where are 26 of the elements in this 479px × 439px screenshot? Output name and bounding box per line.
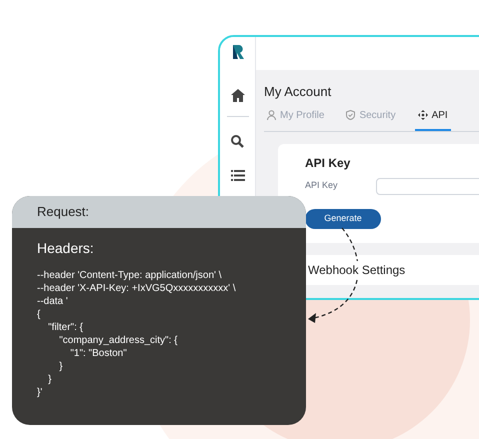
code-line: }' (37, 386, 42, 399)
code-line: { (37, 308, 40, 321)
code-line: --header 'Content-Type: application/json' \ (37, 269, 222, 282)
generate-button[interactable]: Generate (305, 208, 381, 228)
code-line: "1": "Boston" (69, 347, 127, 360)
code-line: --data ' (37, 295, 68, 308)
shield-icon (346, 110, 356, 120)
code-heading: Headers: (37, 239, 94, 258)
panel-title: Request: (37, 203, 90, 222)
home-icon[interactable] (230, 89, 244, 102)
field-label: API Key (305, 179, 339, 192)
tab[interactable]: API (414, 108, 451, 130)
move-arrows-icon (418, 110, 428, 120)
page-title: My Account (264, 83, 332, 101)
search-icon[interactable] (231, 135, 244, 148)
section-title: Webhook Settings (308, 260, 406, 278)
list-icon[interactable] (230, 170, 244, 181)
card-title: API Key (305, 154, 350, 172)
code-line: --header 'X-API-Key: +IxVG5Qxxxxxxxxxxx' \ (37, 282, 236, 295)
code-line: "filter": { (47, 321, 84, 334)
logo-icon (232, 45, 244, 59)
code-line: } (58, 360, 63, 373)
api-key-input[interactable] (376, 178, 479, 194)
person-icon (267, 110, 276, 120)
code-line: "company_address_city": { (58, 334, 178, 347)
code-line: } (47, 373, 52, 386)
